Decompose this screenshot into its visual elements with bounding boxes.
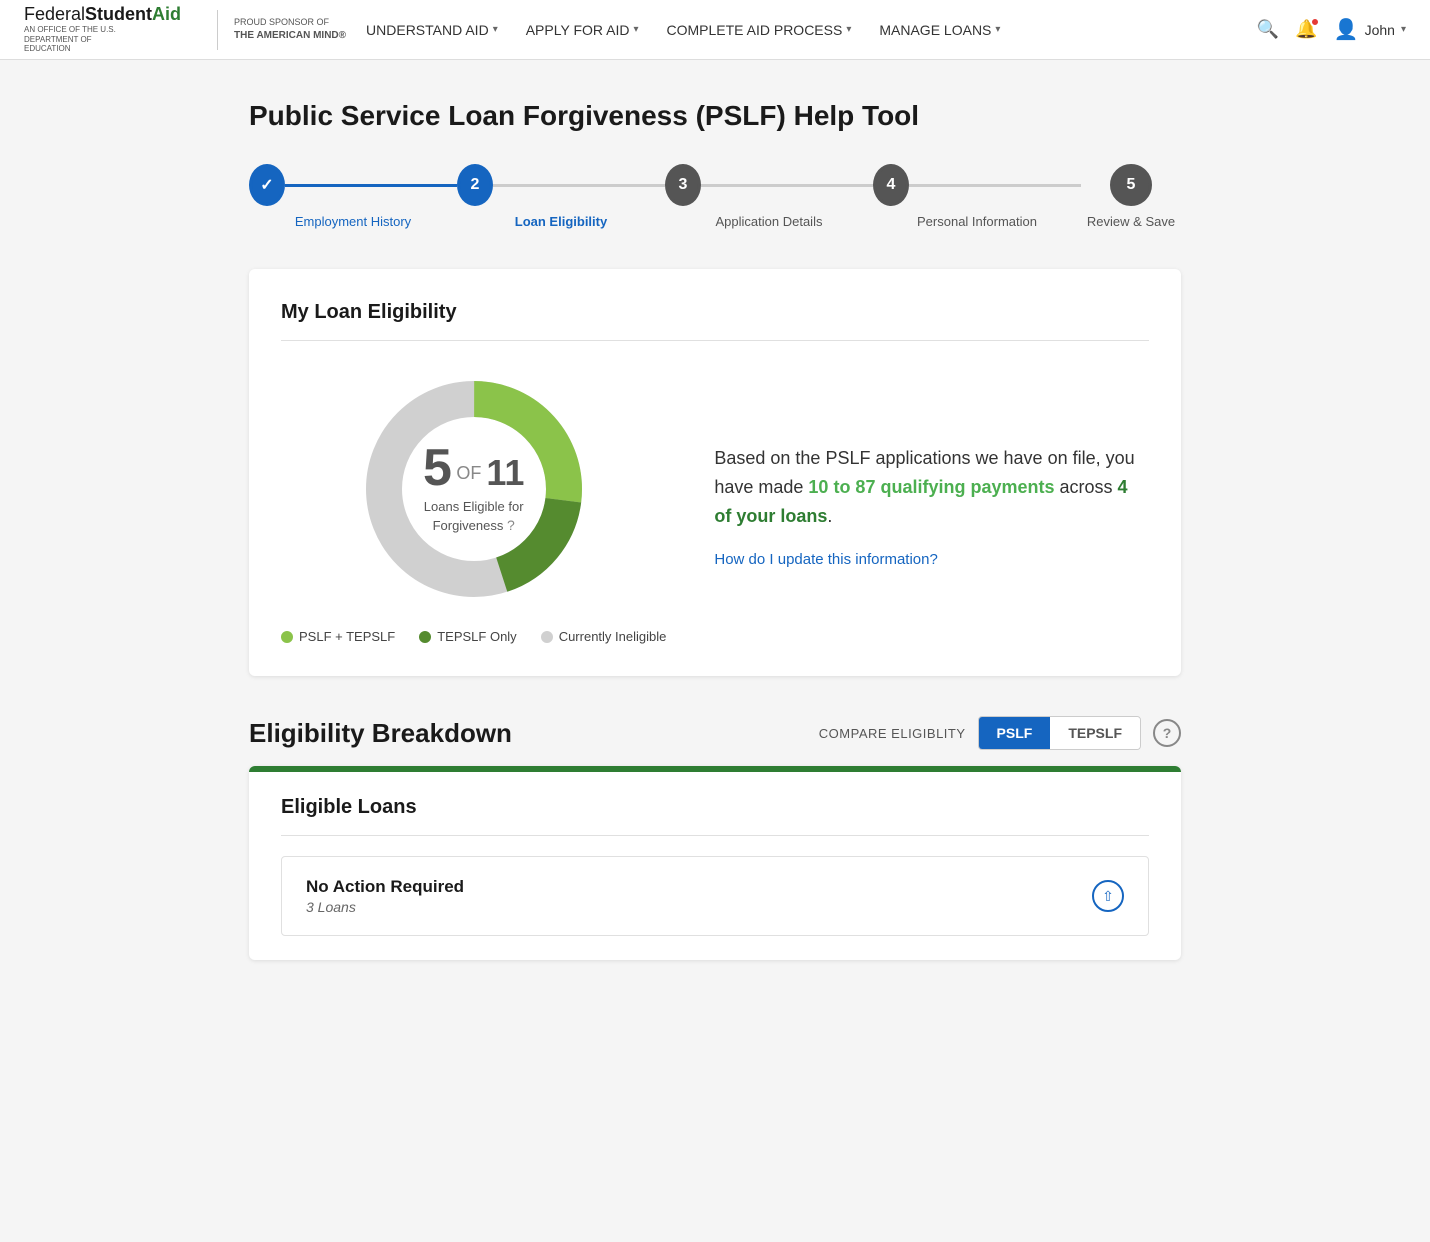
- legend-item-tepslf-only: TEPSLF Only: [419, 629, 516, 644]
- understand-aid-chevron-icon: ▾: [493, 24, 498, 35]
- loan-content: 5 OF 11 Loans Eligible forForgiveness ? …: [281, 369, 1149, 644]
- legend-dot-ineligible: [541, 631, 553, 643]
- logo-student: Student: [85, 4, 152, 24]
- logo-sponsor: PROUD SPONSOR of the AMERICAN MIND®: [234, 16, 346, 43]
- user-name: John: [1365, 22, 1395, 38]
- eligible-loans-title: Eligible Loans: [281, 796, 1149, 836]
- user-menu-button[interactable]: 👤 John ▾: [1334, 17, 1406, 42]
- apply-for-aid-chevron-icon: ▾: [633, 24, 638, 35]
- donut-eligible-count: 5: [423, 439, 452, 497]
- step-personal-information[interactable]: 4 Personal Information: [873, 164, 1081, 229]
- donut-wrapper: 5 OF 11 Loans Eligible forForgiveness ? …: [281, 369, 666, 644]
- no-action-title: No Action Required: [306, 877, 1092, 897]
- update-link[interactable]: How do I update this information?: [714, 551, 937, 568]
- nav-complete-aid-process[interactable]: COMPLETE AID PROCESS ▾: [655, 14, 864, 46]
- step-circle-4: 4: [873, 164, 909, 206]
- no-action-subtitle: 3 Loans: [306, 899, 1092, 915]
- no-action-row[interactable]: No Action Required 3 Loans ⇧: [281, 856, 1149, 936]
- logo-subtext: AN OFFICE OF THE U.S. DEPARTMENT OF EDUC…: [24, 25, 124, 54]
- step-label-4: Personal Information: [917, 214, 1037, 229]
- legend-label-pslf-tepslf: PSLF + TEPSLF: [299, 629, 395, 644]
- logo[interactable]: FederalStudentAid AN OFFICE OF THE U.S. …: [24, 5, 181, 54]
- step-review-save[interactable]: 5 Review & Save: [1081, 164, 1181, 229]
- donut-number-display: 5 OF 11: [423, 442, 524, 494]
- step-employment-history[interactable]: ✓ Employment History: [249, 164, 457, 229]
- eligibility-breakdown-header: Eligibility Breakdown COMPARE ELIGIBLITY…: [249, 716, 1181, 750]
- eligibility-help-icon[interactable]: ?: [1153, 719, 1181, 747]
- navbar: FederalStudentAid AN OFFICE OF THE U.S. …: [0, 0, 1430, 60]
- eligibility-breakdown-title: Eligibility Breakdown: [249, 718, 512, 749]
- loan-row-content: No Action Required 3 Loans: [306, 877, 1092, 915]
- main-nav: UNDERSTAND AID ▾ APPLY FOR AID ▾ COMPLET…: [354, 14, 1257, 46]
- donut-label: Loans Eligible forForgiveness ?: [423, 498, 524, 536]
- nav-understand-aid[interactable]: UNDERSTAND AID ▾: [354, 14, 510, 46]
- loan-info-text: Based on the PSLF applications we have o…: [714, 444, 1149, 530]
- logo-divider: [217, 10, 218, 50]
- pslf-toggle-button[interactable]: PSLF: [979, 717, 1051, 749]
- compare-label: COMPARE ELIGIBLITY: [819, 726, 966, 741]
- page-title: Public Service Loan Forgiveness (PSLF) H…: [249, 100, 1181, 132]
- user-chevron-icon: ▾: [1401, 24, 1406, 35]
- loan-eligibility-title: My Loan Eligibility: [281, 301, 1149, 341]
- logo-text: FederalStudentAid: [24, 5, 181, 25]
- donut-legend: PSLF + TEPSLF TEPSLF Only Currently Inel…: [281, 629, 666, 644]
- step-label-3: Application Details: [716, 214, 823, 229]
- step-circle-5: 5: [1110, 164, 1152, 206]
- toggle-group: PSLF TEPSLF: [978, 716, 1141, 750]
- legend-item-ineligible: Currently Ineligible: [541, 629, 667, 644]
- legend-dot-tepslf-only: [419, 631, 431, 643]
- info-highlight: 10 to 87 qualifying payments: [808, 477, 1054, 497]
- user-icon: 👤: [1334, 17, 1359, 42]
- step-circle-3: 3: [665, 164, 701, 206]
- manage-loans-chevron-icon: ▾: [995, 24, 1000, 35]
- legend-item-pslf-tepslf: PSLF + TEPSLF: [281, 629, 395, 644]
- forgiveness-help-icon[interactable]: ?: [507, 517, 515, 533]
- donut-chart: 5 OF 11 Loans Eligible forForgiveness ?: [354, 369, 594, 609]
- legend-label-tepslf-only: TEPSLF Only: [437, 629, 516, 644]
- tepslf-toggle-button[interactable]: TEPSLF: [1050, 717, 1140, 749]
- compare-area: COMPARE ELIGIBLITY PSLF TEPSLF ?: [819, 716, 1181, 750]
- navbar-actions: 🔍 🔔 👤 John ▾: [1257, 17, 1406, 42]
- step-circle-1: ✓: [249, 164, 285, 206]
- nav-apply-for-aid[interactable]: APPLY FOR AID ▾: [514, 14, 651, 46]
- step-loan-eligibility[interactable]: 2 Loan Eligibility: [457, 164, 665, 229]
- step-label-1: Employment History: [295, 214, 411, 229]
- step-label-2: Loan Eligibility: [515, 214, 607, 229]
- donut-total-count: 11: [486, 452, 524, 493]
- logo-federal: Federal: [24, 4, 85, 24]
- chevron-up-icon[interactable]: ⇧: [1092, 880, 1124, 912]
- notification-badge: [1310, 17, 1320, 27]
- eligibility-card: Eligible Loans No Action Required 3 Loan…: [249, 766, 1181, 960]
- step-application-details[interactable]: 3 Application Details: [665, 164, 873, 229]
- stepper: ✓ Employment History 2 Loan Eligibility …: [249, 164, 1181, 229]
- loan-info: Based on the PSLF applications we have o…: [714, 444, 1149, 568]
- step-label-5: Review & Save: [1087, 214, 1175, 229]
- loan-eligibility-card: My Loan Eligibility: [249, 269, 1181, 676]
- search-button[interactable]: 🔍: [1257, 19, 1279, 40]
- notification-button[interactable]: 🔔: [1295, 19, 1317, 40]
- nav-manage-loans[interactable]: MANAGE LOANS ▾: [867, 14, 1012, 46]
- donut-center: 5 OF 11 Loans Eligible forForgiveness ?: [423, 442, 524, 536]
- logo-aid: Aid: [152, 4, 181, 24]
- donut-of-label: OF: [456, 463, 486, 483]
- search-icon: 🔍: [1257, 19, 1279, 39]
- eligible-loans-section: Eligible Loans No Action Required 3 Loan…: [249, 772, 1181, 960]
- step-circle-2: 2: [457, 164, 493, 206]
- legend-label-ineligible: Currently Ineligible: [559, 629, 667, 644]
- info-text-2: across: [1055, 477, 1118, 497]
- main-content: Public Service Loan Forgiveness (PSLF) H…: [225, 60, 1205, 1000]
- info-text-3: .: [827, 506, 832, 526]
- complete-aid-chevron-icon: ▾: [846, 24, 851, 35]
- legend-dot-pslf-tepslf: [281, 631, 293, 643]
